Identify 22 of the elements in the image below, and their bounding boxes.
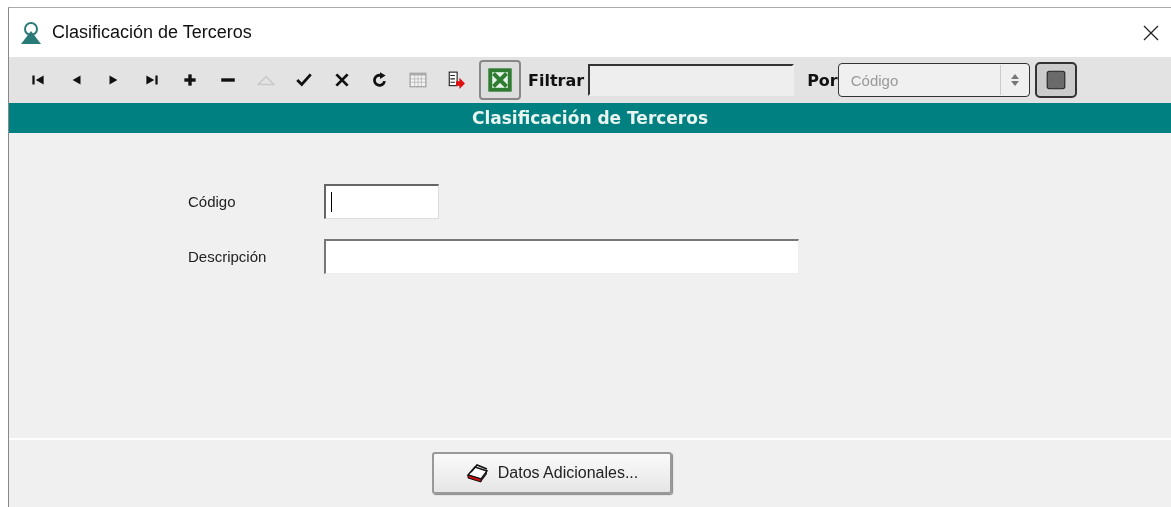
window-title: Clasificación de Terceros [52, 22, 253, 43]
excel-button[interactable] [479, 60, 521, 100]
cards-icon [465, 463, 490, 483]
additional-data-button[interactable]: Datos Adicionales... [432, 452, 672, 494]
filter-by-label: Por [807, 70, 838, 90]
cancel-icon[interactable] [333, 71, 351, 89]
field-label: Descripción [188, 248, 268, 265]
square-button[interactable] [1034, 62, 1077, 98]
filter-field[interactable] [588, 64, 795, 96]
refresh-icon[interactable] [371, 71, 389, 89]
input-field[interactable] [324, 184, 439, 219]
plus-icon[interactable] [181, 71, 199, 89]
input-field[interactable] [324, 239, 799, 274]
app-icon [19, 20, 43, 45]
square-icon [1044, 69, 1067, 91]
close-icon[interactable] [1143, 24, 1159, 41]
filter-label: Filtrar [528, 70, 585, 90]
check-icon[interactable] [295, 71, 313, 89]
export-icon[interactable] [447, 71, 465, 89]
spreadsheet-icon [487, 67, 513, 93]
form-header: Clasificación de Terceros [9, 103, 1171, 133]
field-label: Código [188, 193, 237, 210]
